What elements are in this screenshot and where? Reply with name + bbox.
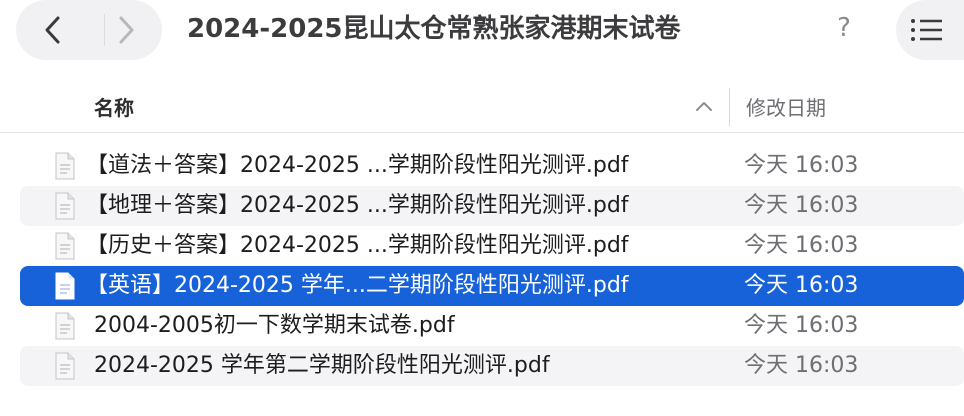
column-header: 名称 修改日期	[0, 80, 964, 133]
file-date: 今天 16:03	[744, 153, 859, 178]
file-date: 今天 16:03	[744, 273, 859, 298]
file-name: 【英语】2024-2025 学年...二学期阶段性阳光测评.pdf	[86, 273, 629, 298]
pdf-file-icon	[55, 272, 75, 300]
file-name: 【历史＋答案】2024-2025 ...学期阶段性阳光测评.pdf	[86, 233, 629, 258]
column-divider[interactable]	[729, 88, 730, 126]
navigation-group	[16, 0, 162, 60]
file-row[interactable]: 【道法＋答案】2024-2025 ...学期阶段性阳光测评.pdf 今天 16:…	[20, 146, 964, 186]
file-list: 【道法＋答案】2024-2025 ...学期阶段性阳光测评.pdf 今天 16:…	[20, 146, 964, 386]
list-view-button[interactable]	[910, 14, 944, 46]
file-row[interactable]: 2024-2025 学年第二学期阶段性阳光测评.pdf 今天 16:03	[20, 346, 964, 386]
pdf-file-icon	[55, 232, 75, 260]
file-date: 今天 16:03	[744, 353, 859, 378]
chevron-right-icon	[119, 16, 133, 44]
file-name: 【道法＋答案】2024-2025 ...学期阶段性阳光测评.pdf	[86, 153, 629, 178]
file-name: 2024-2025 学年第二学期阶段性阳光测评.pdf	[94, 353, 550, 378]
pdf-file-icon	[55, 352, 75, 380]
pdf-file-icon	[55, 192, 75, 220]
back-button[interactable]	[16, 0, 89, 60]
toolbar: 2024-2025昆山太仓常熟张家港期末试卷 ?	[0, 0, 964, 64]
pdf-file-icon	[55, 152, 75, 180]
file-row[interactable]: 2004-2005初一下数学期末试卷.pdf 今天 16:03	[20, 306, 964, 346]
file-date: 今天 16:03	[744, 313, 859, 338]
pdf-file-icon	[55, 312, 75, 340]
file-row[interactable]: 【历史＋答案】2024-2025 ...学期阶段性阳光测评.pdf 今天 16:…	[20, 226, 964, 266]
chevron-left-icon	[45, 16, 59, 44]
file-date: 今天 16:03	[744, 193, 859, 218]
file-row-selected[interactable]: 【英语】2024-2025 学年...二学期阶段性阳光测评.pdf 今天 16:…	[20, 266, 964, 306]
window-title: 2024-2025昆山太仓常熟张家港期末试卷	[187, 14, 681, 44]
file-name: 2004-2005初一下数学期末试卷.pdf	[94, 313, 455, 338]
forward-button[interactable]	[89, 0, 162, 60]
view-options-group	[896, 0, 964, 60]
sort-ascending-icon[interactable]	[693, 98, 715, 114]
column-name-header[interactable]: 名称	[94, 92, 134, 121]
help-button[interactable]: ?	[826, 10, 862, 46]
list-view-icon	[911, 19, 942, 41]
file-name: 【地理＋答案】2024-2025 ...学期阶段性阳光测评.pdf	[86, 193, 629, 218]
column-date-header[interactable]: 修改日期	[746, 92, 826, 121]
file-row[interactable]: 【地理＋答案】2024-2025 ...学期阶段性阳光测评.pdf 今天 16:…	[20, 186, 964, 226]
file-date: 今天 16:03	[744, 233, 859, 258]
